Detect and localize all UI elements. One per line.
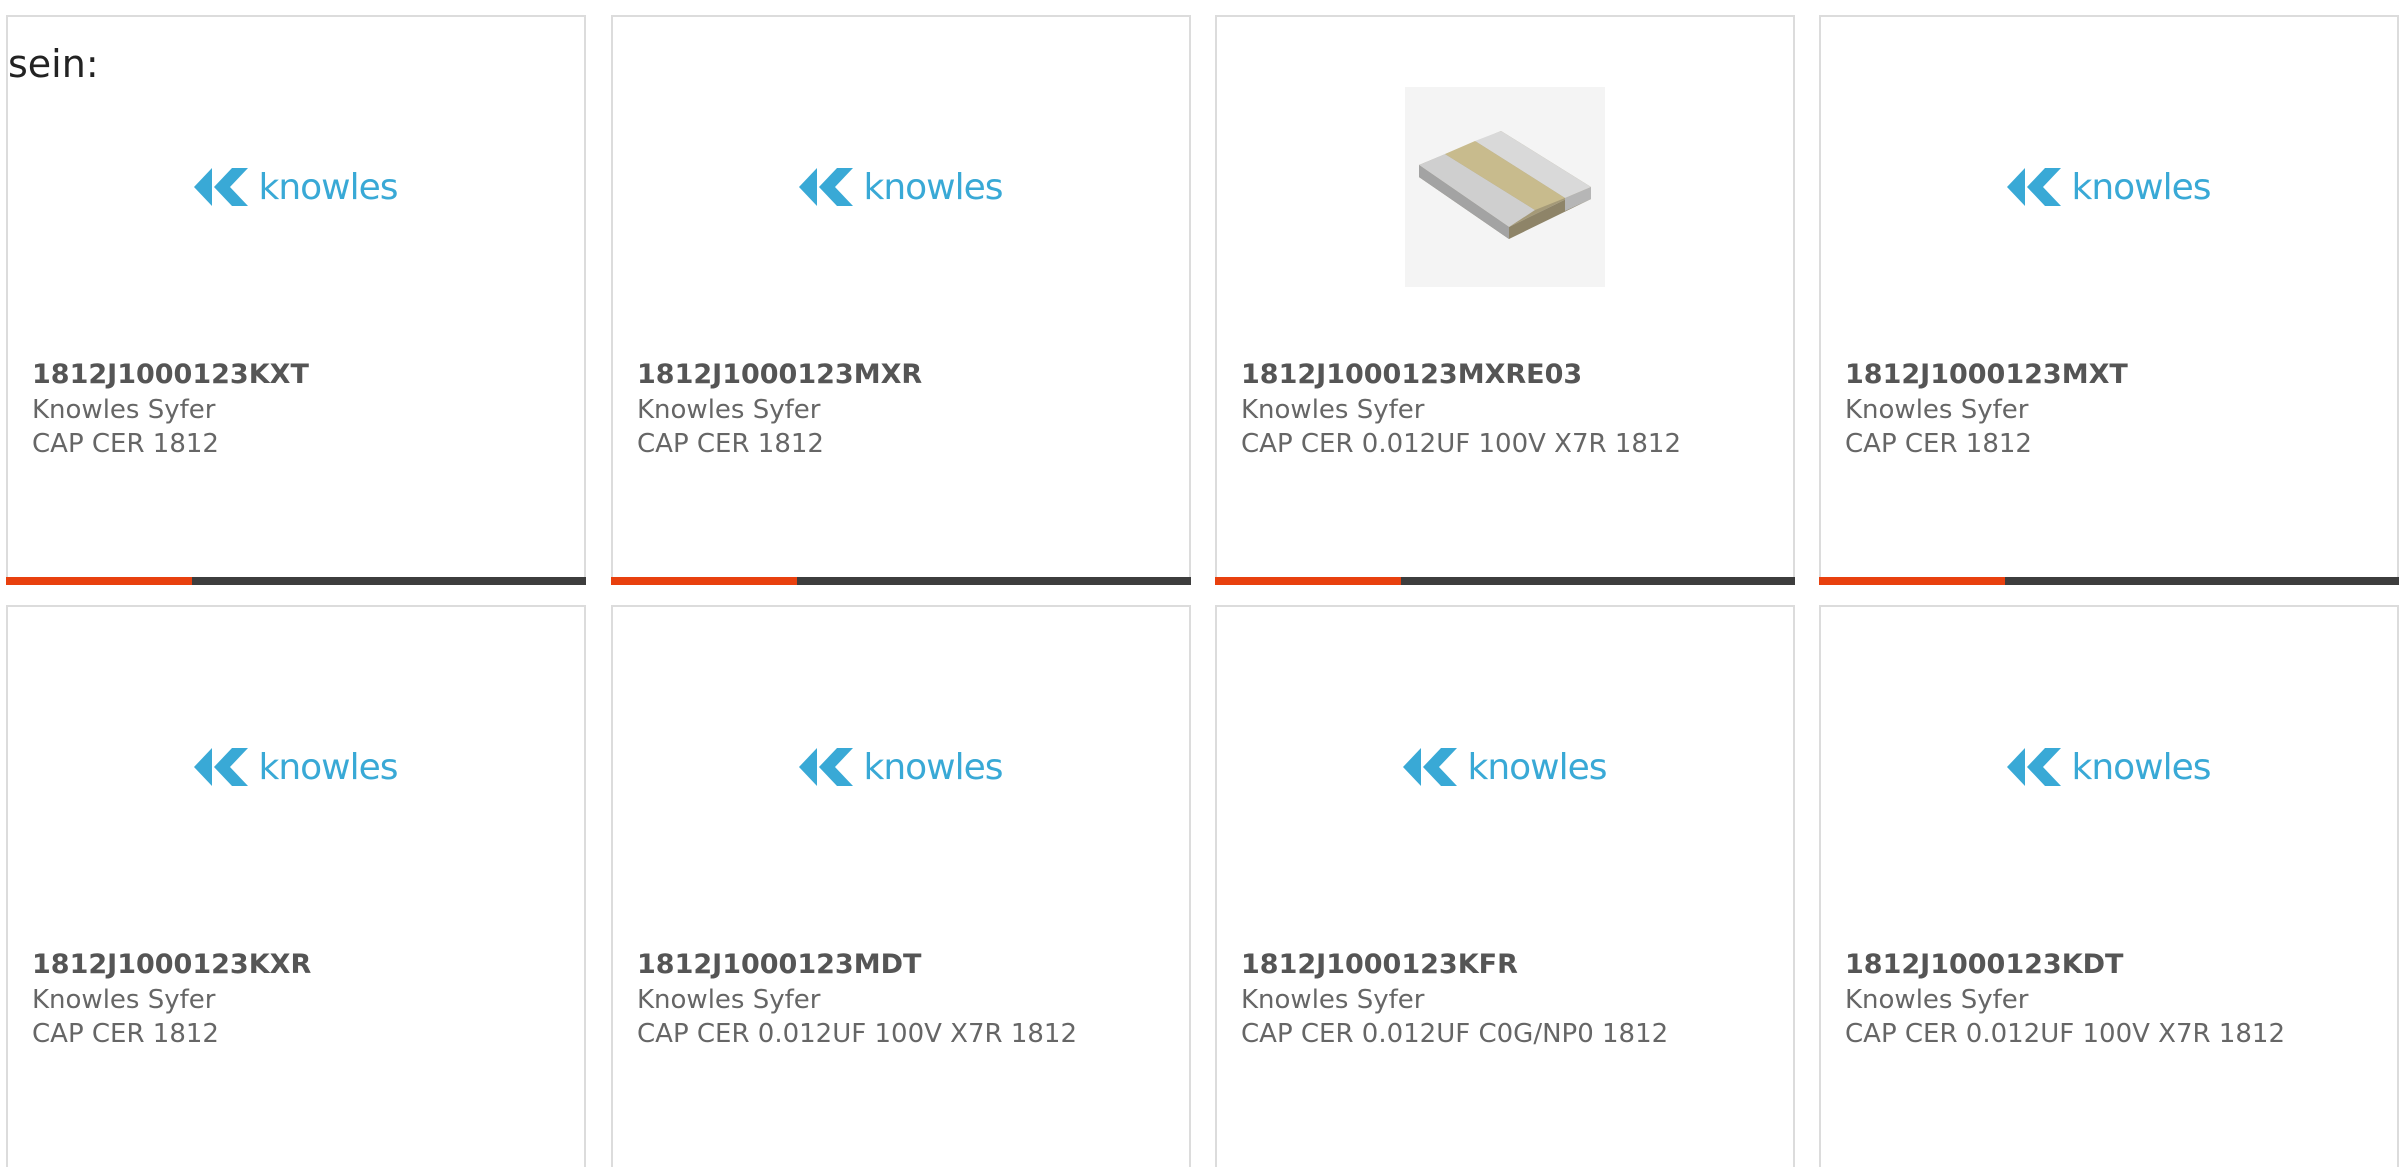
- product-image: [1217, 87, 1793, 287]
- knowles-logo-icon: [194, 748, 249, 786]
- knowles-logo-text: knowles: [2071, 746, 2211, 788]
- manufacturer: Knowles Syfer: [32, 395, 216, 425]
- manufacturer: Knowles Syfer: [637, 985, 821, 1015]
- product-description: CAP CER 0.012UF 100V X7R 1812: [1845, 1019, 2286, 1049]
- product-image: knowles: [613, 667, 1189, 867]
- progress-bar: [6, 577, 586, 585]
- product-description: CAP CER 1812: [637, 429, 824, 459]
- product-image: knowles: [8, 667, 584, 867]
- knowles-logo: knowles: [2007, 165, 2212, 209]
- product-info: 1812J1000123MXT Knowles Syfer CAP CER 18…: [1845, 357, 2377, 461]
- knowles-logo: knowles: [1403, 745, 1608, 789]
- knowles-logo-text: knowles: [258, 746, 398, 788]
- product-card[interactable]: knowles 1812J1000123MXR Knowles Syfer CA…: [611, 15, 1191, 585]
- product-card[interactable]: 1812J1000123MXRE03 Knowles Syfer CAP CER…: [1215, 15, 1795, 585]
- product-image: knowles: [1217, 667, 1793, 867]
- knowles-logo-text: knowles: [2071, 166, 2211, 208]
- progress-bar-fill: [1819, 577, 2005, 585]
- product-info: 1812J1000123MXRE03 Knowles Syfer CAP CER…: [1241, 357, 1773, 461]
- intro-text: sein:: [8, 42, 99, 86]
- knowles-logo-icon: [1403, 748, 1458, 786]
- progress-bar: [1819, 577, 2399, 585]
- part-number[interactable]: 1812J1000123MXT: [1845, 357, 2377, 393]
- product-card[interactable]: knowles 1812J1000123KFR Knowles Syfer CA…: [1215, 605, 1795, 1167]
- product-description: CAP CER 1812: [1845, 429, 2032, 459]
- product-card[interactable]: knowles 1812J1000123KXR Knowles Syfer CA…: [6, 605, 586, 1167]
- product-description: CAP CER 0.012UF 100V X7R 1812: [1241, 429, 1682, 459]
- knowles-logo: knowles: [194, 165, 399, 209]
- product-image: knowles: [1821, 87, 2397, 287]
- product-info: 1812J1000123KXT Knowles Syfer CAP CER 18…: [32, 357, 564, 461]
- product-info: 1812J1000123MXR Knowles Syfer CAP CER 18…: [637, 357, 1169, 461]
- product-description: CAP CER 1812: [32, 1019, 219, 1049]
- product-image: knowles: [1821, 667, 2397, 867]
- product-card[interactable]: knowles 1812J1000123MXT Knowles Syfer CA…: [1819, 15, 2399, 585]
- progress-bar-fill: [6, 577, 192, 585]
- part-number[interactable]: 1812J1000123KXR: [32, 947, 564, 983]
- knowles-logo: knowles: [194, 745, 399, 789]
- smd-capacitor-image: [1405, 87, 1605, 287]
- part-number[interactable]: 1812J1000123KFR: [1241, 947, 1773, 983]
- part-number[interactable]: 1812J1000123MXRE03: [1241, 357, 1773, 393]
- part-number[interactable]: 1812J1000123KXT: [32, 357, 564, 393]
- product-description: CAP CER 0.012UF 100V X7R 1812: [637, 1019, 1078, 1049]
- knowles-logo-text: knowles: [863, 746, 1003, 788]
- product-card[interactable]: knowles 1812J1000123KXT Knowles Syfer CA…: [6, 15, 586, 585]
- manufacturer: Knowles Syfer: [1845, 395, 2029, 425]
- knowles-logo-icon: [2007, 748, 2062, 786]
- product-image: knowles: [613, 87, 1189, 287]
- knowles-logo-icon: [194, 168, 249, 206]
- progress-bar-fill: [1215, 577, 1401, 585]
- knowles-logo-text: knowles: [258, 166, 398, 208]
- product-card[interactable]: knowles 1812J1000123KDT Knowles Syfer CA…: [1819, 605, 2399, 1167]
- part-number[interactable]: 1812J1000123MXR: [637, 357, 1169, 393]
- knowles-logo-icon: [799, 168, 854, 206]
- manufacturer: Knowles Syfer: [1241, 985, 1425, 1015]
- part-number[interactable]: 1812J1000123KDT: [1845, 947, 2377, 983]
- product-info: 1812J1000123KFR Knowles Syfer CAP CER 0.…: [1241, 947, 1773, 1051]
- progress-bar: [611, 577, 1191, 585]
- product-card[interactable]: knowles 1812J1000123MDT Knowles Syfer CA…: [611, 605, 1191, 1167]
- product-info: 1812J1000123KDT Knowles Syfer CAP CER 0.…: [1845, 947, 2377, 1051]
- knowles-logo: knowles: [799, 165, 1004, 209]
- knowles-logo-text: knowles: [863, 166, 1003, 208]
- product-info: 1812J1000123MDT Knowles Syfer CAP CER 0.…: [637, 947, 1169, 1051]
- part-number[interactable]: 1812J1000123MDT: [637, 947, 1169, 983]
- product-grid: knowles 1812J1000123KXT Knowles Syfer CA…: [0, 0, 2400, 1167]
- product-description: CAP CER 1812: [32, 429, 219, 459]
- product-info: 1812J1000123KXR Knowles Syfer CAP CER 18…: [32, 947, 564, 1051]
- manufacturer: Knowles Syfer: [1241, 395, 1425, 425]
- knowles-logo: knowles: [2007, 745, 2212, 789]
- knowles-logo-text: knowles: [1467, 746, 1607, 788]
- knowles-logo: knowles: [799, 745, 1004, 789]
- knowles-logo-icon: [2007, 168, 2062, 206]
- manufacturer: Knowles Syfer: [1845, 985, 2029, 1015]
- knowles-logo-icon: [799, 748, 854, 786]
- manufacturer: Knowles Syfer: [32, 985, 216, 1015]
- progress-bar: [1215, 577, 1795, 585]
- product-description: CAP CER 0.012UF C0G/NP0 1812: [1241, 1019, 1669, 1049]
- product-image: knowles: [8, 87, 584, 287]
- manufacturer: Knowles Syfer: [637, 395, 821, 425]
- progress-bar-fill: [611, 577, 797, 585]
